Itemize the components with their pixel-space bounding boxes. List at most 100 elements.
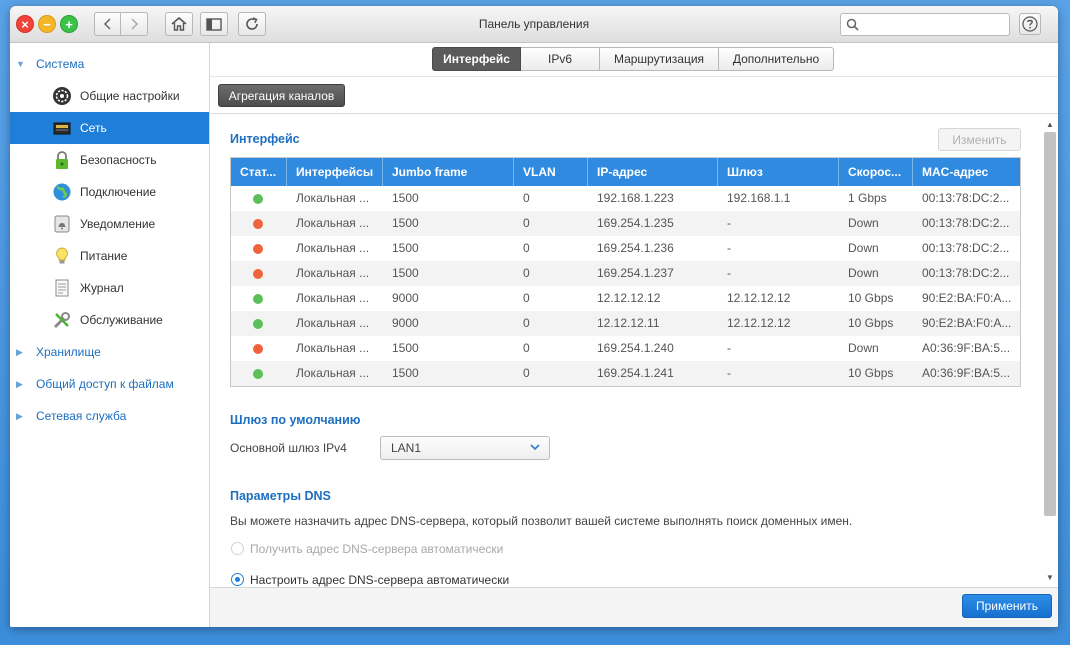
search-input[interactable] xyxy=(863,16,1007,35)
sidebar-item-notification[interactable]: Уведомление xyxy=(10,208,209,240)
tab-ipv6[interactable]: IPv6 xyxy=(521,47,600,71)
cell-mac: 00:13:78:DC:2... xyxy=(922,266,1010,280)
chevron-down-icon: ▼ xyxy=(16,59,25,69)
cell-jumbo: 1500 xyxy=(392,341,419,355)
sidebar-section-system[interactable]: ▼ Система xyxy=(10,51,209,77)
cell-ip: 169.254.1.235 xyxy=(597,216,674,230)
cell-vlan: 0 xyxy=(523,316,530,330)
chevron-right-icon: ▶ xyxy=(16,410,23,421)
cell-vlan: 0 xyxy=(523,366,530,380)
globe-icon xyxy=(53,183,71,201)
sidebar-section-label: Система xyxy=(36,57,85,71)
cell-gw: - xyxy=(727,366,731,380)
table-row[interactable]: Локальная ... 1500 0 169.254.1.241 - 10 Gbps A… xyxy=(231,361,1020,386)
sidebar-item-label: Безопасность xyxy=(80,153,157,167)
table-row[interactable]: Локальная ... 1500 0 169.254.1.237 - Down 00:1… xyxy=(231,261,1020,286)
sidebar-item-label: Общие настройки xyxy=(80,89,180,103)
cell-speed: Down xyxy=(848,216,879,230)
column-header-vlan[interactable]: VLAN xyxy=(514,158,588,186)
cell-mac: A0:36:9F:BA:5... xyxy=(922,341,1011,355)
table-row[interactable]: Локальная ... 9000 0 12.12.12.12 12.12.12.12… xyxy=(231,286,1020,311)
sidebar-section-file-sharing[interactable]: ▶ Общий доступ к файлам xyxy=(10,371,209,397)
cell-name: Локальная ... xyxy=(296,266,370,280)
cell-ip: 169.254.1.241 xyxy=(597,366,674,380)
dns-manual-label: Настроить адрес DNS-сервера автоматическ… xyxy=(250,573,510,587)
table-row[interactable]: Локальная ... 9000 0 12.12.12.11 12.12.12.12… xyxy=(231,311,1020,336)
notification-icon xyxy=(54,215,70,233)
table-row[interactable]: Локальная ... 1500 0 169.254.1.235 - Down 00:1… xyxy=(231,211,1020,236)
log-icon xyxy=(55,279,69,297)
status-dot-icon xyxy=(253,319,263,329)
sidebar-section-storage[interactable]: ▶ Хранилище xyxy=(10,339,209,365)
sidebar-item-label: Подключение xyxy=(80,185,157,199)
help-button[interactable] xyxy=(1019,13,1041,35)
column-header-speed[interactable]: Скорос... xyxy=(839,158,913,186)
status-dot-icon xyxy=(253,369,263,379)
table-header: Стат... Интерфейсы Jumbo frame VLAN IP-а… xyxy=(231,158,1020,186)
cell-ip: 12.12.12.12 xyxy=(597,291,661,305)
scrollbar-thumb[interactable] xyxy=(1044,132,1056,516)
search-icon xyxy=(846,18,859,31)
scroll-up-icon[interactable]: ▲ xyxy=(1046,120,1054,129)
sidebar-item-power[interactable]: Питание xyxy=(10,240,209,272)
ipv4-gateway-label: Основной шлюз IPv4 xyxy=(230,441,347,455)
tab-advanced[interactable]: Дополнительно xyxy=(719,47,834,71)
status-dot-icon xyxy=(253,344,263,354)
gateway-heading: Шлюз по умолчанию xyxy=(230,413,361,427)
sidebar-item-general[interactable]: Общие настройки xyxy=(10,80,209,112)
cell-name: Локальная ... xyxy=(296,291,370,305)
cell-jumbo: 9000 xyxy=(392,316,419,330)
tab-interface[interactable]: Интерфейс xyxy=(432,47,521,71)
sidebar-item-log[interactable]: Журнал xyxy=(10,272,209,304)
cell-mac: 90:E2:BA:F0:A... xyxy=(922,316,1012,330)
cell-jumbo: 1500 xyxy=(392,366,419,380)
divider xyxy=(210,76,1058,77)
status-dot-icon xyxy=(253,244,263,254)
link-aggregation-button[interactable]: Агрегация каналов xyxy=(218,84,345,107)
sidebar-item-security[interactable]: Безопасность xyxy=(10,144,209,176)
cell-gw: - xyxy=(727,241,731,255)
ipv4-gateway-select[interactable]: LAN1 xyxy=(380,436,550,460)
status-dot-icon xyxy=(253,269,263,279)
table-row[interactable]: Локальная ... 1500 0 169.254.1.240 - Down A0:3… xyxy=(231,336,1020,361)
tab-routing[interactable]: Маршрутизация xyxy=(600,47,719,71)
cell-name: Локальная ... xyxy=(296,191,370,205)
tab-bar: Интерфейс IPv6 Маршрутизация Дополнитель… xyxy=(432,47,834,71)
network-icon xyxy=(53,122,71,135)
title-bar: × − + Панель управления xyxy=(10,6,1058,43)
sidebar-item-maintenance[interactable]: Обслуживание xyxy=(10,304,209,336)
cell-ip: 169.254.1.237 xyxy=(597,266,674,280)
sidebar-item-network[interactable]: Сеть xyxy=(10,112,209,144)
dns-auto-radio[interactable] xyxy=(231,542,244,555)
dns-manual-radio[interactable] xyxy=(231,573,244,586)
edit-button[interactable]: Изменить xyxy=(938,128,1021,151)
search-box[interactable] xyxy=(840,13,1010,36)
cell-name: Локальная ... xyxy=(296,316,370,330)
column-header-jumbo[interactable]: Jumbo frame xyxy=(383,158,514,186)
cell-speed: 1 Gbps xyxy=(848,191,887,205)
help-icon xyxy=(1022,16,1038,32)
cell-gw: 192.168.1.1 xyxy=(727,191,791,205)
cell-mac: 00:13:78:DC:2... xyxy=(922,241,1010,255)
cell-name: Локальная ... xyxy=(296,216,370,230)
column-header-ip[interactable]: IP-адрес xyxy=(588,158,718,186)
column-header-interfaces[interactable]: Интерфейсы xyxy=(287,158,383,186)
sidebar-section-network-service[interactable]: ▶ Сетевая служба xyxy=(10,403,209,429)
cell-ip: 12.12.12.11 xyxy=(597,316,660,330)
cell-vlan: 0 xyxy=(523,266,530,280)
cell-mac: 00:13:78:DC:2... xyxy=(922,191,1010,205)
table-row[interactable]: Локальная ... 1500 0 192.168.1.223 192.168.1… xyxy=(231,186,1020,211)
scroll-down-icon[interactable]: ▼ xyxy=(1046,573,1054,582)
apply-button[interactable]: Применить xyxy=(962,594,1052,618)
dns-description: Вы можете назначить адрес DNS-сервера, к… xyxy=(230,514,853,528)
dns-auto-label: Получить адрес DNS-сервера автоматически xyxy=(250,542,504,556)
column-header-status[interactable]: Стат... xyxy=(231,158,287,186)
cell-ip: 192.168.1.223 xyxy=(597,191,674,205)
interfaces-table: Стат... Интерфейсы Jumbo frame VLAN IP-а… xyxy=(230,157,1021,387)
sidebar-item-connection[interactable]: Подключение xyxy=(10,176,209,208)
table-row[interactable]: Локальная ... 1500 0 169.254.1.236 - Down 00:1… xyxy=(231,236,1020,261)
column-header-gateway[interactable]: Шлюз xyxy=(718,158,839,186)
content-scrollbar[interactable]: ▲ ▼ xyxy=(1041,116,1058,586)
sidebar-section-label: Сетевая служба xyxy=(36,409,127,423)
column-header-mac[interactable]: MAC-адрес xyxy=(913,158,1020,186)
